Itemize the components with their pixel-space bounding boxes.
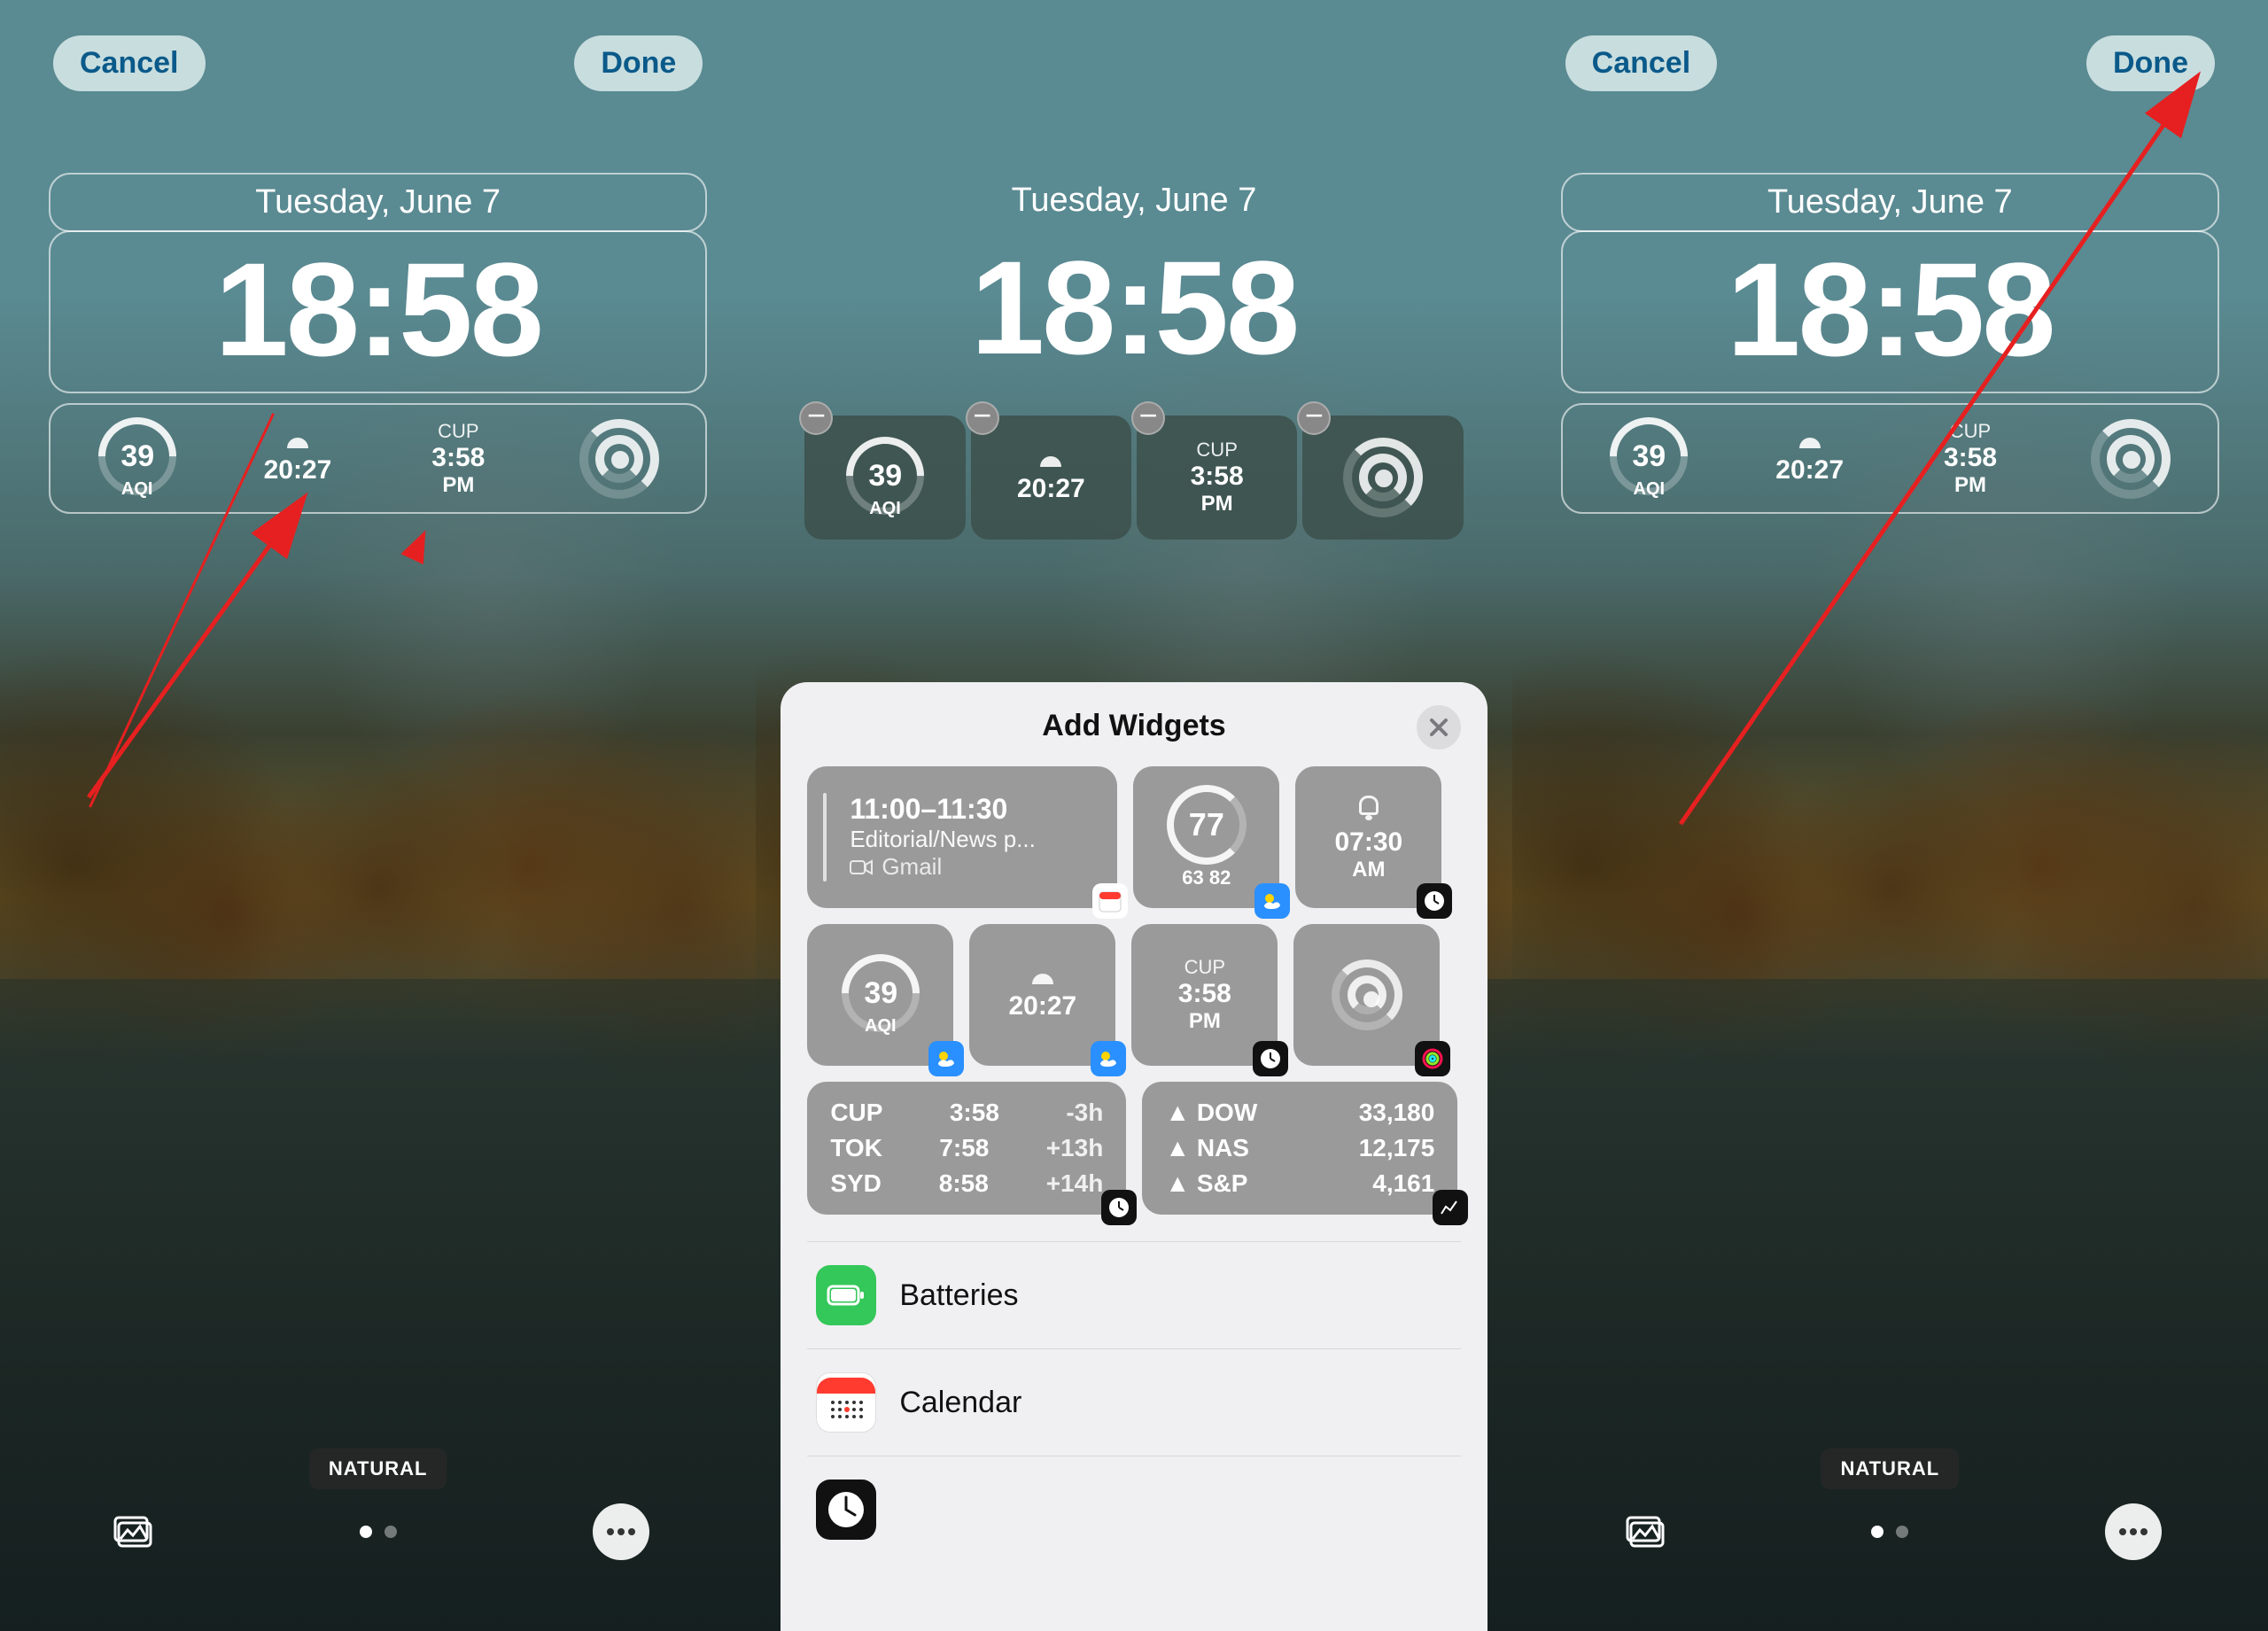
annotation-arrow-svg: [0, 0, 756, 1631]
activity-rings-icon: [1332, 959, 1402, 1030]
stock-row: ▲ NAS12,175: [1151, 1130, 1449, 1166]
event-source: Gmail: [837, 853, 1108, 881]
worldclock-widget-option[interactable]: CUP 3:58 PM: [1131, 924, 1278, 1066]
alarm-widget-option[interactable]: 07:30 AM: [1295, 766, 1441, 908]
video-icon: [850, 858, 873, 876]
annotation-arrow-svg: [1512, 0, 2268, 1631]
add-widgets-sheet: Add Widgets 11:00–11:30 Editorial/News p…: [781, 682, 1487, 1631]
city-row: CUP3:58-3h: [816, 1095, 1117, 1130]
aqi-widget[interactable]: − 39 AQI: [804, 416, 965, 540]
phone-screen-2: Tuesday, June 7 18:58 − 39 AQI − 20:27 −…: [756, 0, 1511, 1631]
app-list-item-batteries[interactable]: Batteries: [807, 1241, 1460, 1349]
bell-icon: [1354, 792, 1384, 822]
batteries-app-icon: [816, 1265, 876, 1325]
temp-range: 63 82: [1182, 866, 1231, 889]
sheet-title: Add Widgets: [807, 709, 1460, 743]
weather-app-badge-icon: [1254, 883, 1290, 919]
app-label: Batteries: [899, 1278, 1018, 1313]
close-sheet-button[interactable]: [1417, 705, 1461, 749]
temp-ring-icon: 77: [1167, 785, 1247, 865]
calendar-app-icon: [816, 1372, 876, 1433]
city-code: CUP: [1196, 439, 1237, 462]
clock-app-badge-icon: [1101, 1190, 1137, 1225]
activity-rings-icon: [1343, 438, 1423, 517]
sunset-icon: [1027, 968, 1059, 984]
worldclock-list-widget-option[interactable]: CUP3:58-3h TOK7:58+13h SYD8:58+14h: [807, 1082, 1126, 1215]
remove-widget-button[interactable]: −: [799, 401, 833, 435]
clock-app-badge-icon: [1253, 1041, 1288, 1076]
time-widget: 18:58: [804, 230, 1463, 390]
stock-row: ▲ S&P4,161: [1151, 1166, 1449, 1201]
fitness-app-badge-icon: [1415, 1041, 1450, 1076]
event-time: 11:00–11:30: [837, 793, 1108, 826]
sunset-icon: [1035, 451, 1067, 467]
city-code: CUP: [1184, 956, 1225, 979]
remove-widget-button[interactable]: −: [966, 401, 999, 435]
phone-screen-3: Cancel Done Tuesday, June 7 18:58 39 AQI…: [1512, 0, 2268, 1631]
calendar-app-badge-icon: [1092, 883, 1128, 919]
stocks-app-badge-icon: [1433, 1190, 1468, 1225]
sunset-widget[interactable]: − 20:27: [971, 416, 1131, 540]
sunset-widget-option[interactable]: 20:27: [969, 924, 1115, 1066]
remove-widget-button[interactable]: −: [1131, 401, 1165, 435]
worldclock-widget[interactable]: − CUP 3:58 PM: [1137, 416, 1297, 540]
aqi-widget-option[interactable]: 39 AQI: [807, 924, 953, 1066]
close-icon: [1429, 718, 1449, 737]
event-title: Editorial/News p...: [837, 826, 1108, 853]
city-ampm: PM: [1189, 1009, 1221, 1034]
phone-screen-1: Cancel Done Tuesday, June 7 18:58 39 AQI…: [0, 0, 756, 1631]
alarm-ampm: AM: [1352, 858, 1385, 882]
weather-widget-option[interactable]: 77 63 82: [1133, 766, 1279, 908]
alarm-time: 07:30: [1334, 827, 1402, 858]
date-widget: Tuesday, June 7: [804, 173, 1463, 229]
weather-app-badge-icon: [928, 1041, 964, 1076]
stock-row: ▲ DOW33,180: [1151, 1095, 1449, 1130]
sunset-time: 20:27: [1017, 474, 1085, 504]
clock-app-icon: [816, 1480, 876, 1540]
calendar-widget-option[interactable]: 11:00–11:30 Editorial/News p... Gmail: [807, 766, 1117, 908]
widget-row-editing: − 39 AQI − 20:27 − CUP 3:58 PM −: [804, 403, 1463, 552]
app-list-item-calendar[interactable]: Calendar: [807, 1349, 1460, 1456]
app-list-item-clock[interactable]: [807, 1456, 1460, 1563]
stocks-widget-option[interactable]: ▲ DOW33,180 ▲ NAS12,175 ▲ S&P4,161: [1142, 1082, 1457, 1215]
widget-suggestions-grid: 11:00–11:30 Editorial/News p... Gmail 77…: [807, 766, 1460, 1215]
city-time: 3:58: [1191, 462, 1244, 492]
city-time: 3:58: [1178, 979, 1231, 1009]
sunset-time: 20:27: [1008, 991, 1076, 1021]
city-row: TOK7:58+13h: [816, 1130, 1117, 1166]
activity-widget[interactable]: −: [1302, 416, 1463, 540]
app-label: Calendar: [899, 1386, 1021, 1420]
aqi-ring-icon: 39: [830, 420, 940, 530]
weather-app-badge-icon: [1091, 1041, 1126, 1076]
city-row: SYD8:58+14h: [816, 1166, 1117, 1201]
remove-widget-button[interactable]: −: [1297, 401, 1331, 435]
city-ampm: PM: [1201, 492, 1233, 516]
app-list: Batteries Calendar: [807, 1241, 1460, 1563]
clock-app-badge-icon: [1417, 883, 1452, 919]
activity-widget-option[interactable]: [1293, 924, 1440, 1066]
aqi-ring-icon: 39: [826, 937, 936, 1047]
